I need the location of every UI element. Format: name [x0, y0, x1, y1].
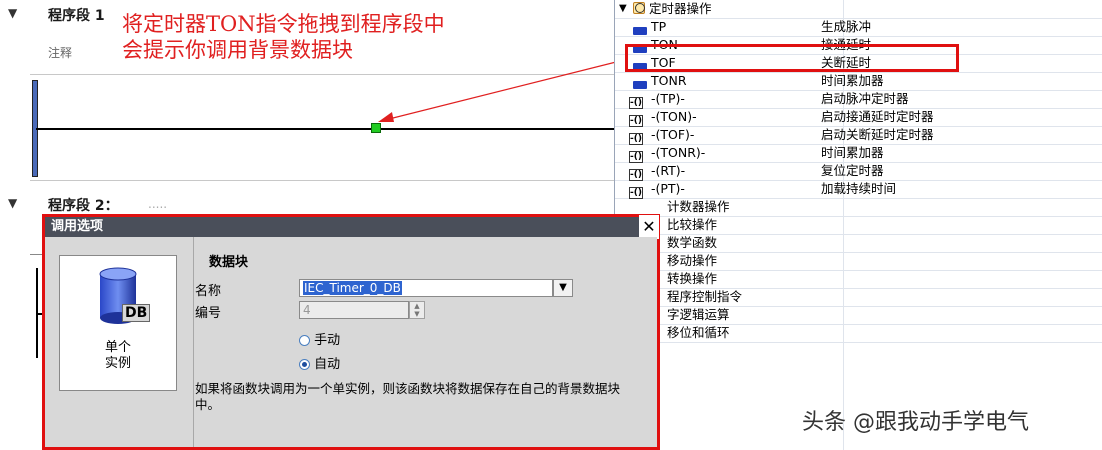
dialog-divider — [193, 237, 194, 447]
expand-icon[interactable]: ▼ — [619, 0, 627, 18]
tree-item[interactable]: -() -(TP)- 启动脉冲定时器 — [615, 90, 1102, 109]
tree-category[interactable]: 比较操作 — [615, 216, 1102, 235]
tree-item-description: 时间累加器 — [821, 145, 884, 160]
name-label: 名称 — [195, 284, 222, 299]
tree-item[interactable]: TONR 时间累加器 — [615, 72, 1102, 91]
tree-item-name: TONR — [651, 73, 687, 88]
dialog-info-text: 如果将函数块调用为一个单实例，则该函数块将数据保存在自己的背景数据块中。 — [195, 381, 621, 412]
db-icon-text: DB — [122, 304, 151, 322]
tree-category[interactable]: 计数器操作 — [615, 198, 1102, 217]
dialog-title: 调用选项 — [51, 219, 104, 234]
tree-category-label: 数学函数 — [667, 235, 718, 250]
tree-item-name: -(RT)- — [651, 163, 686, 178]
ton-highlight-box — [625, 44, 959, 72]
number-input[interactable] — [299, 301, 409, 319]
tree-category-label: 转换操作 — [667, 271, 718, 286]
tree-category-label: 移位和循环 — [667, 325, 730, 340]
watermark: 头条 @跟我动手学电气 — [802, 410, 1029, 435]
collapse-segment2-icon[interactable]: ▼ — [8, 196, 17, 210]
tree-item-description: 启动关断延时定时器 — [821, 127, 934, 142]
segment2-divider — [30, 254, 42, 255]
tree-item[interactable]: -() -(TON)- 启动接通延时定时器 — [615, 108, 1102, 127]
tree-group-label: 定时器操作 — [649, 1, 712, 16]
tree-item-description: 复位定时器 — [821, 163, 884, 178]
name-dropdown-chevron-icon[interactable]: ▼ — [553, 279, 573, 297]
tree-category-label: 计数器操作 — [667, 199, 730, 214]
tree-item-description: 启动脉冲定时器 — [821, 91, 909, 106]
number-spinner-icon[interactable]: ▲ ▼ — [409, 301, 425, 319]
segment2-comment[interactable]: ..... — [148, 197, 167, 211]
tree-category-label: 移动操作 — [667, 253, 718, 268]
tree-item-name: -(TOF)- — [651, 127, 695, 142]
data-block-heading: 数据块 — [209, 255, 249, 270]
tree-category[interactable]: 数学函数 — [615, 234, 1102, 253]
single-instance-option[interactable]: DB 单个 实例 — [59, 255, 177, 391]
tree-item-name: -(TP)- — [651, 91, 685, 106]
tree-item-name: -(TON)- — [651, 109, 697, 124]
tree-item-description: 启动接通延时定时器 — [821, 109, 934, 124]
close-icon[interactable]: ✕ — [639, 215, 659, 239]
call-options-dialog: 调用选项 ✕ DB 单个 实例 数据块 名称 编号 IEC_Timer_0_DB… — [42, 214, 660, 450]
tree-category-label: 字逻辑运算 — [667, 307, 730, 322]
tree-item[interactable]: -() -(TOF)- 启动关断延时定时器 — [615, 126, 1102, 145]
tree-group-timer[interactable]: ▼ 定时器操作 — [615, 0, 1102, 19]
tree-item-description: 时间累加器 — [821, 73, 884, 88]
manual-radio-icon[interactable] — [299, 335, 310, 346]
tree-item-name: -(TONR)- — [651, 145, 706, 160]
tree-item-description: 生成脉冲 — [821, 19, 872, 34]
tree-category-label: 比较操作 — [667, 217, 718, 232]
auto-radio-option[interactable]: 自动 — [299, 353, 340, 372]
name-selected-text: IEC_Timer_0_DB — [303, 281, 402, 295]
tree-item[interactable]: -() -(PT)- 加载持续时间 — [615, 180, 1102, 199]
timer-folder-icon — [633, 2, 645, 14]
tree-item-name: TP — [651, 19, 667, 34]
tree-item-name: -(PT)- — [651, 181, 685, 196]
tree-category[interactable]: 移位和循环 — [615, 324, 1102, 343]
number-label: 编号 — [195, 306, 222, 321]
tree-item[interactable]: TP 生成脉冲 — [615, 18, 1102, 37]
tree-item[interactable]: -() -(TONR)- 时间累加器 — [615, 144, 1102, 163]
tree-category[interactable]: 程序控制指令 — [615, 288, 1102, 307]
segment2-title: 程序段 2： — [48, 198, 119, 214]
tree-item[interactable]: -() -(RT)- 复位定时器 — [615, 162, 1102, 181]
tree-category[interactable]: 转换操作 — [615, 270, 1102, 289]
tree-category-label: 程序控制指令 — [667, 289, 743, 304]
tree-item-description: 加载持续时间 — [821, 181, 897, 196]
tree-category[interactable]: 移动操作 — [615, 252, 1102, 271]
dialog-body: DB 单个 实例 数据块 名称 编号 IEC_Timer_0_DB ▼ ▲▼ 手… — [45, 237, 657, 447]
single-instance-label: 单个 实例 — [104, 340, 131, 371]
tree-category[interactable]: 字逻辑运算 — [615, 306, 1102, 325]
manual-radio-option[interactable]: 手动 — [299, 329, 340, 348]
dialog-titlebar[interactable]: 调用选项 — [45, 217, 657, 237]
auto-radio-icon[interactable] — [299, 359, 310, 370]
